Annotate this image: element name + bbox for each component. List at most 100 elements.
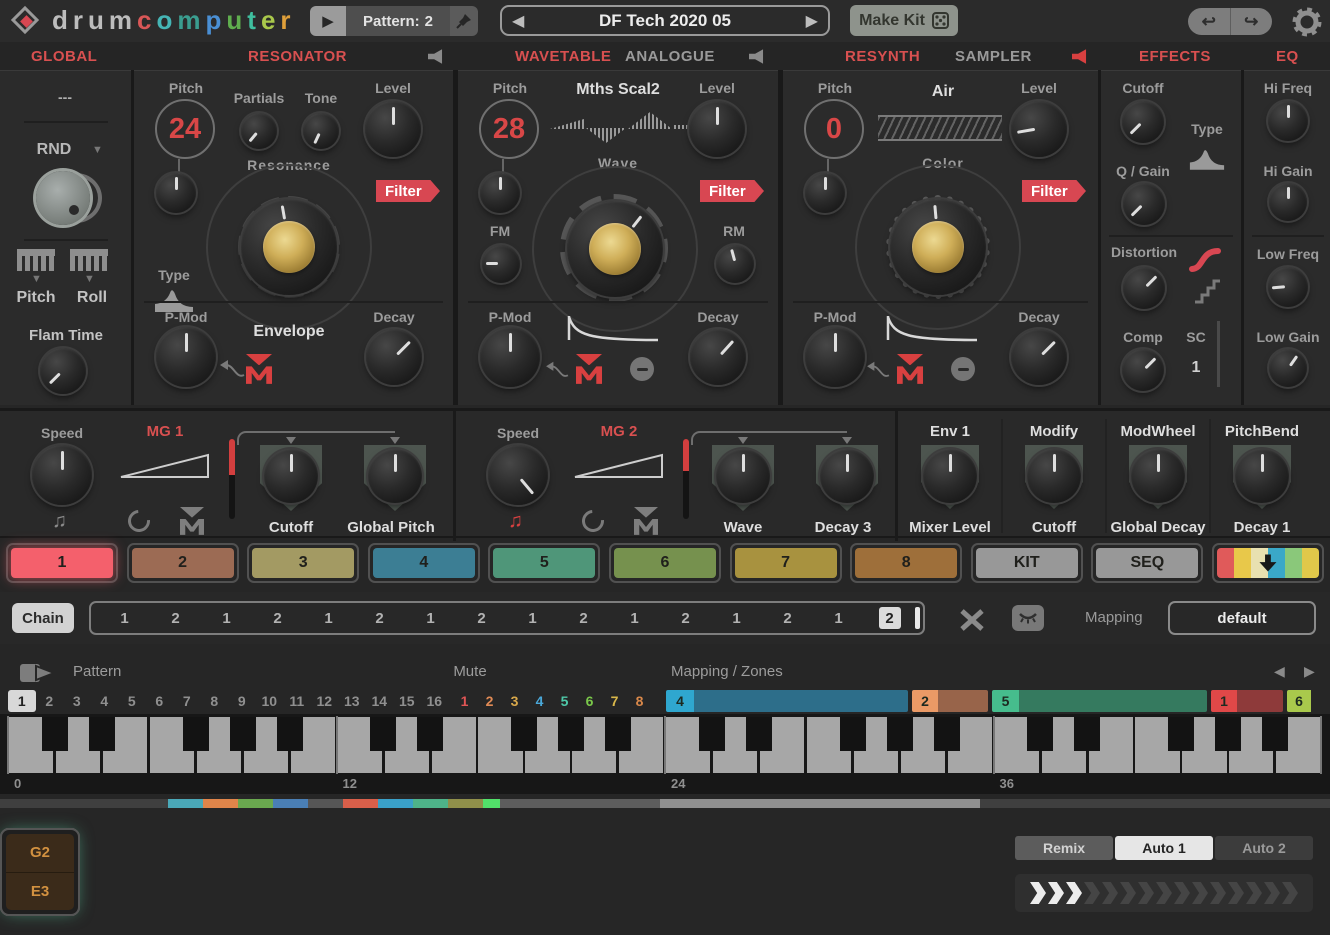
mod-slot-source[interactable]: PitchBend: [1212, 423, 1312, 440]
piano-key-black[interactable]: [42, 717, 68, 751]
redo-button[interactable]: ↪: [1231, 8, 1273, 35]
wavetable-pitch-display[interactable]: 28: [479, 99, 539, 159]
pad-button[interactable]: 1: [6, 543, 118, 583]
chain-step[interactable]: 2: [675, 607, 697, 629]
mg1-source-icon[interactable]: [180, 507, 204, 535]
rnd-menu[interactable]: RND: [14, 141, 94, 159]
pad-button[interactable]: 4: [368, 543, 480, 583]
chain-step[interactable]: 1: [114, 607, 136, 629]
rnd-dropdown-icon[interactable]: ▼: [92, 144, 103, 156]
piano-key-black[interactable]: [1262, 717, 1288, 751]
undo-button[interactable]: ↩: [1188, 8, 1231, 35]
piano-key-black[interactable]: [1074, 717, 1100, 751]
wavetable-filter-badge[interactable]: Filter: [700, 180, 764, 202]
play-button[interactable]: ▶: [310, 6, 346, 36]
automation-progress-bar[interactable]: [1015, 874, 1313, 912]
preset-browser[interactable]: ◀ DF Tech 2020 05 ▶: [500, 5, 830, 36]
pattern-step[interactable]: 2: [36, 690, 64, 712]
pitch-keyboard-icon[interactable]: [17, 249, 55, 271]
tone-knob[interactable]: [303, 113, 339, 149]
resynth-sample-display[interactable]: [878, 115, 1002, 141]
chain-step[interactable]: 1: [522, 607, 544, 629]
mute-channel[interactable]: 2: [477, 690, 502, 712]
tab-resynth[interactable]: RESYNTH: [845, 48, 920, 65]
tab-wavetable[interactable]: WAVETABLE: [515, 48, 611, 65]
tab-analogue[interactable]: ANALOGUE: [625, 48, 715, 65]
mod-slot-target[interactable]: Cutoff: [1002, 519, 1106, 536]
mg1-name[interactable]: MG 1: [130, 423, 200, 440]
tab-global[interactable]: GLOBAL: [31, 48, 97, 65]
flam-time-knob[interactable]: [40, 348, 86, 394]
piano-key-black[interactable]: [277, 717, 303, 751]
pad-button[interactable]: 3: [247, 543, 359, 583]
rm-knob[interactable]: [716, 245, 754, 283]
low-freq-knob[interactable]: [1268, 267, 1308, 307]
piano-key-black[interactable]: [89, 717, 115, 751]
tab-resonator[interactable]: RESONATOR: [248, 48, 347, 65]
zone-number[interactable]: 4: [666, 690, 694, 712]
zone-number[interactable]: 1: [1211, 690, 1237, 712]
pattern-step[interactable]: 1: [8, 690, 36, 712]
wavetable-level-knob[interactable]: [689, 101, 745, 157]
zone-range-bar[interactable]: [938, 690, 988, 712]
wavetable-polarity-minus-button[interactable]: [630, 357, 654, 381]
resonator-pitch-display[interactable]: 24: [155, 99, 215, 159]
resynth-pmod-knob[interactable]: [805, 327, 865, 387]
mod-slot-source[interactable]: Modify: [1004, 423, 1104, 440]
mod-slot-amount-knob[interactable]: [1027, 449, 1081, 503]
automation-button[interactable]: Remix: [1015, 836, 1113, 860]
hide-toggle-button[interactable]: [1012, 605, 1044, 631]
roll-keyboard-icon[interactable]: [70, 249, 108, 271]
mg1-loop-icon[interactable]: [124, 506, 155, 537]
zone-range-bar[interactable]: [694, 690, 908, 712]
chain-step[interactable]: 1: [318, 607, 340, 629]
pad-button[interactable]: 6: [609, 543, 721, 583]
resonator-speaker-icon[interactable]: [428, 49, 446, 64]
resynth-polarity-minus-button[interactable]: [951, 357, 975, 381]
envelope-label[interactable]: Envelope: [234, 323, 344, 341]
mapping-zone[interactable]: 2: [912, 690, 988, 712]
automation-button[interactable]: Auto 2: [1215, 836, 1313, 860]
resynth-env-display[interactable]: [883, 313, 981, 345]
mg1-target1-amount-knob[interactable]: [264, 449, 318, 503]
mapping-zone[interactable]: 1: [1211, 690, 1283, 712]
mapping-zone[interactable]: 5: [992, 690, 1207, 712]
pattern-step[interactable]: 9: [228, 690, 256, 712]
pattern-step[interactable]: 4: [91, 690, 119, 712]
pin-button[interactable]: [450, 6, 478, 36]
piano-key-black[interactable]: [183, 717, 209, 751]
wavetable-speaker-icon[interactable]: [749, 49, 767, 64]
mod-slot-source[interactable]: ModWheel: [1108, 423, 1208, 440]
piano-key-black[interactable]: [417, 717, 443, 751]
pattern-step[interactable]: 10: [256, 690, 284, 712]
chain-step[interactable]: 1: [216, 607, 238, 629]
pattern-step[interactable]: 14: [366, 690, 394, 712]
low-gain-knob[interactable]: [1269, 349, 1307, 387]
q-gain-knob[interactable]: [1123, 183, 1165, 225]
mute-channel[interactable]: 7: [602, 690, 627, 712]
wavetable-name[interactable]: Mths Scal2: [548, 81, 688, 99]
pad-button[interactable]: KIT: [971, 543, 1083, 583]
pattern-step[interactable]: 8: [201, 690, 229, 712]
automation-button[interactable]: Auto 1: [1115, 836, 1213, 860]
resonator-pmod-knob[interactable]: [156, 327, 216, 387]
zones-next-icon[interactable]: ▶: [1304, 663, 1315, 680]
chain-button[interactable]: Chain: [12, 603, 74, 633]
zone-range-bar[interactable]: [1019, 690, 1207, 712]
mg2-shape-display[interactable]: [572, 449, 666, 481]
pattern-step[interactable]: 3: [63, 690, 91, 712]
pattern-step[interactable]: 6: [146, 690, 174, 712]
resynth-sample-name[interactable]: Air: [873, 83, 1013, 101]
mute-channel[interactable]: 8: [627, 690, 652, 712]
chain-step[interactable]: 1: [726, 607, 748, 629]
tab-eq[interactable]: EQ: [1276, 48, 1299, 65]
chain-sequence[interactable]: 1212121212121212: [89, 601, 925, 635]
piano-key-black[interactable]: [511, 717, 537, 751]
chain-step[interactable]: 2: [777, 607, 799, 629]
piano-key-black[interactable]: [1168, 717, 1194, 751]
comp-knob[interactable]: [1122, 349, 1164, 391]
zone-number[interactable]: 5: [992, 690, 1019, 712]
cutoff-knob[interactable]: [1122, 101, 1164, 143]
mute-channel[interactable]: 4: [527, 690, 552, 712]
hi-gain-knob[interactable]: [1269, 183, 1307, 221]
